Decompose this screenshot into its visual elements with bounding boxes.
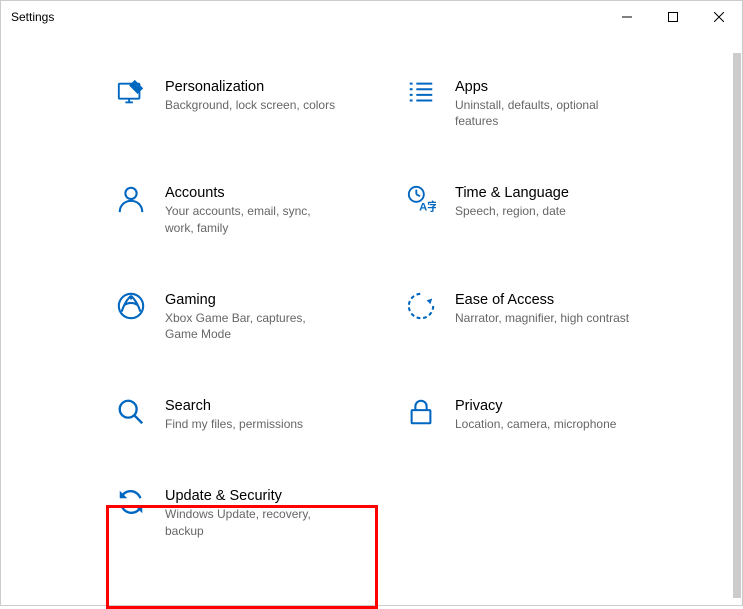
- category-accounts[interactable]: Accounts Your accounts, email, sync, wor…: [111, 179, 381, 239]
- category-title: Ease of Access: [455, 292, 629, 308]
- category-search[interactable]: Search Find my files, permissions: [111, 392, 381, 436]
- scrollbar[interactable]: [733, 53, 741, 598]
- category-desc: Location, camera, microphone: [455, 416, 616, 432]
- minimize-button[interactable]: [604, 1, 650, 33]
- time-language-icon: A字: [405, 183, 437, 215]
- search-icon: [115, 396, 147, 428]
- category-desc: Find my files, permissions: [165, 416, 303, 432]
- category-desc: Windows Update, recovery, backup: [165, 506, 340, 538]
- category-title: Privacy: [455, 398, 616, 414]
- category-time-language[interactable]: A字 Time & Language Speech, region, date: [401, 179, 671, 239]
- titlebar: Settings: [1, 1, 742, 33]
- svg-text:A字: A字: [419, 200, 436, 214]
- category-desc: Narrator, magnifier, high contrast: [455, 310, 629, 326]
- window-controls: [604, 1, 742, 33]
- category-title: Update & Security: [165, 488, 340, 504]
- category-update-security[interactable]: Update & Security Windows Update, recove…: [111, 482, 381, 542]
- category-ease-of-access[interactable]: Ease of Access Narrator, magnifier, high…: [401, 286, 671, 346]
- category-desc: Uninstall, defaults, optional features: [455, 97, 630, 129]
- ease-of-access-icon: [405, 290, 437, 322]
- category-apps[interactable]: Apps Uninstall, defaults, optional featu…: [401, 73, 671, 133]
- apps-icon: [405, 77, 437, 109]
- category-title: Accounts: [165, 185, 340, 201]
- maximize-button[interactable]: [650, 1, 696, 33]
- close-button[interactable]: [696, 1, 742, 33]
- accounts-icon: [115, 183, 147, 215]
- category-title: Personalization: [165, 79, 335, 95]
- category-title: Gaming: [165, 292, 340, 308]
- gaming-icon: [115, 290, 147, 322]
- personalization-icon: [115, 77, 147, 109]
- category-desc: Your accounts, email, sync, work, family: [165, 203, 340, 235]
- settings-grid: Personalization Background, lock screen,…: [1, 33, 742, 543]
- update-security-icon: [115, 486, 147, 518]
- privacy-icon: [405, 396, 437, 428]
- window-title: Settings: [11, 10, 54, 24]
- category-desc: Background, lock screen, colors: [165, 97, 335, 113]
- category-desc: Speech, region, date: [455, 203, 569, 219]
- category-desc: Xbox Game Bar, captures, Game Mode: [165, 310, 340, 342]
- category-title: Time & Language: [455, 185, 569, 201]
- category-title: Apps: [455, 79, 630, 95]
- category-gaming[interactable]: Gaming Xbox Game Bar, captures, Game Mod…: [111, 286, 381, 346]
- category-personalization[interactable]: Personalization Background, lock screen,…: [111, 73, 381, 133]
- category-title: Search: [165, 398, 303, 414]
- category-privacy[interactable]: Privacy Location, camera, microphone: [401, 392, 671, 436]
